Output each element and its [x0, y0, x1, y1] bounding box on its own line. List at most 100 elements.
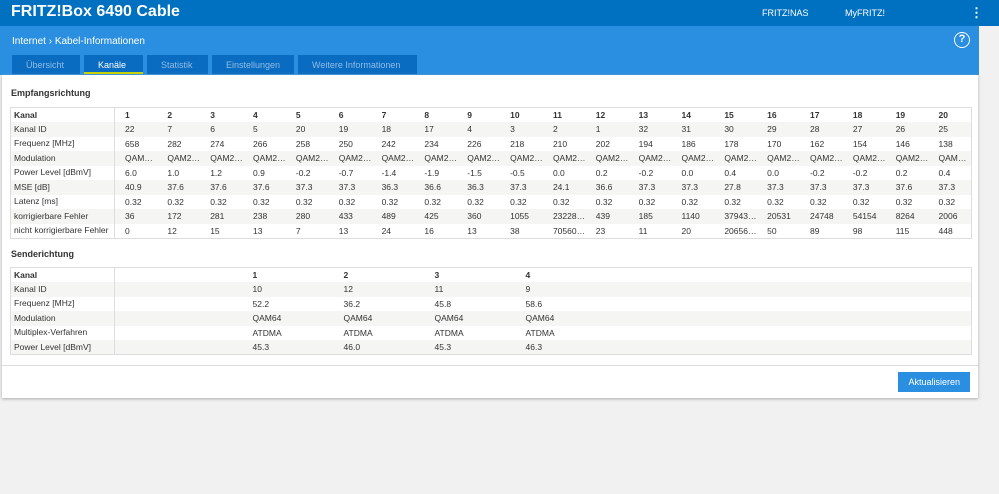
- row-label: Frequenz [MHz]: [10, 296, 115, 311]
- downstream-table: Kanal 1 2 3 4 5 6 7 8 9 10 11 12 13 14 15 16 17 18 19 20 Kana…: [10, 107, 972, 239]
- table-cell: QAM256: [414, 151, 458, 166]
- more-menu-icon[interactable]: ⋮: [970, 5, 983, 21]
- table-cell: 1: [125, 110, 130, 120]
- table-cell: 1055: [500, 209, 543, 224]
- table-cell: 11: [424, 282, 516, 297]
- table-cell: 5: [295, 110, 301, 120]
- table-cell: QAM256: [542, 151, 586, 166]
- app-title: FRITZ!Box 6490 Cable: [11, 3, 180, 20]
- table-cell: 6.0: [125, 167, 137, 178]
- table-cell: ATDMA: [434, 327, 464, 338]
- table-cell: 16: [767, 110, 777, 120]
- tab-weitere-informationen[interactable]: Weitere Informationen: [298, 55, 417, 74]
- table-cell: 37.6: [157, 180, 201, 195]
- table-cell: 58.6: [525, 298, 543, 309]
- myfritz-link[interactable]: MyFRITZ!: [845, 8, 885, 18]
- table-cell: 7: [157, 122, 201, 137]
- table-cell: QAM256: [243, 151, 286, 166]
- table-row: Frequenz [MHz] 52.2 36.2 45.8 58.6: [10, 296, 972, 312]
- table-cell: 448: [938, 225, 953, 236]
- table-cell: QAM256: [628, 151, 672, 166]
- table-cell: -0.2: [638, 167, 654, 178]
- table-row: korrigierbare Fehler 36 172 281 238 280 433 489…: [10, 209, 972, 224]
- table-cell: 54154: [842, 209, 886, 224]
- table-cell: ATDMA: [252, 327, 282, 338]
- table-cell: QAM64: [333, 311, 425, 326]
- table-cell: -1.9: [424, 167, 440, 178]
- table-cell: 0.4: [724, 167, 737, 178]
- tab-einstellungen[interactable]: Einstellungen: [212, 55, 294, 74]
- table-cell: 3: [210, 110, 215, 120]
- table-row: MSE [dB] 40.9 37.6 37.6 37.6 37.3 37.3 36.3 36.6…: [10, 180, 972, 195]
- table-cell: 20: [938, 110, 948, 120]
- table-cell: 1: [585, 122, 629, 137]
- table-cell: 14: [681, 110, 691, 120]
- table-cell: 37.3: [328, 180, 372, 195]
- tab-statistik[interactable]: Statistik: [147, 55, 208, 74]
- table-cell: 218: [510, 138, 525, 149]
- table-cell: 0.32: [253, 196, 270, 207]
- table-cell: 2322825: [542, 209, 586, 224]
- table-cell: -1.4: [381, 167, 397, 178]
- table-cell: 37.3: [500, 180, 543, 195]
- table-cell: 11: [552, 110, 562, 120]
- spacer-cell: [114, 311, 243, 326]
- table-cell: QAM256: [800, 151, 843, 166]
- row-label: Multiplex-Verfahren: [10, 325, 115, 340]
- table-cell: 10: [242, 282, 334, 297]
- table-cell: QAM64: [242, 311, 334, 326]
- table-cell: 45.3: [242, 340, 334, 355]
- table-cell: 0.32: [424, 196, 441, 207]
- table-cell: 36: [114, 209, 158, 224]
- table-cell: 0.32: [681, 196, 699, 207]
- table-cell: QAM256: [371, 151, 415, 166]
- table-cell: 98: [852, 225, 863, 236]
- fritznas-link[interactable]: FRITZ!NAS: [762, 8, 809, 18]
- table-cell: 0.32: [295, 196, 313, 207]
- breadcrumb: Internet › Kabel-Informationen: [12, 36, 145, 47]
- table-cell: 52.2: [252, 298, 270, 309]
- table-cell: 2: [542, 122, 586, 137]
- table-cell: 37.6: [243, 180, 286, 195]
- table-cell: 36.6: [585, 180, 629, 195]
- breadcrumb-internet[interactable]: Internet: [12, 36, 46, 47]
- table-cell: 0.32: [338, 196, 356, 207]
- tab-kanaele[interactable]: Kanäle: [84, 55, 143, 74]
- refresh-button[interactable]: Aktualisieren: [898, 372, 970, 392]
- table-cell: 18: [371, 122, 415, 137]
- table-cell: 186: [681, 138, 696, 149]
- table-cell: 154: [852, 138, 868, 149]
- table-cell: 40.9: [114, 180, 158, 195]
- table-cell: 4: [457, 122, 501, 137]
- table-cell: 36.2: [343, 298, 361, 309]
- spacer-cell: [115, 297, 243, 312]
- table-cell: 0.32: [210, 196, 227, 207]
- table-cell: 19: [895, 110, 906, 120]
- row-label: Kanal: [10, 107, 115, 122]
- table-cell: 89: [810, 225, 820, 236]
- tab-bar: Übersicht Kanäle Statistik Einstellungen…: [12, 55, 417, 74]
- row-label: korrigierbare Fehler: [10, 209, 115, 224]
- table-cell: 70560127: [552, 225, 586, 236]
- table-cell: 36.3: [457, 180, 501, 195]
- table-cell: 15: [724, 110, 734, 120]
- help-icon[interactable]: ?: [954, 32, 970, 48]
- row-label: MSE [dB]: [10, 180, 115, 195]
- table-cell: 238: [243, 209, 286, 224]
- table-cell: 266: [253, 138, 268, 149]
- table-cell: 0.9: [253, 167, 265, 178]
- tab-uebersicht[interactable]: Übersicht: [12, 55, 80, 74]
- table-cell: 0.32: [767, 196, 784, 207]
- table-cell: 274: [210, 138, 225, 149]
- table-cell: 0.32: [595, 196, 613, 207]
- table-cell: 360: [457, 209, 501, 224]
- table-cell: 172: [157, 209, 201, 224]
- table-cell: 38: [510, 225, 520, 236]
- row-label: Power Level [dBmV]: [10, 165, 115, 180]
- table-cell: QAM64: [515, 311, 972, 326]
- table-cell: QAM256: [757, 151, 800, 166]
- row-label: Frequenz [MHz]: [10, 136, 115, 151]
- table-cell: QAM64: [424, 311, 516, 326]
- table-cell: 12: [167, 225, 177, 236]
- table-cell: 45.8: [434, 298, 452, 309]
